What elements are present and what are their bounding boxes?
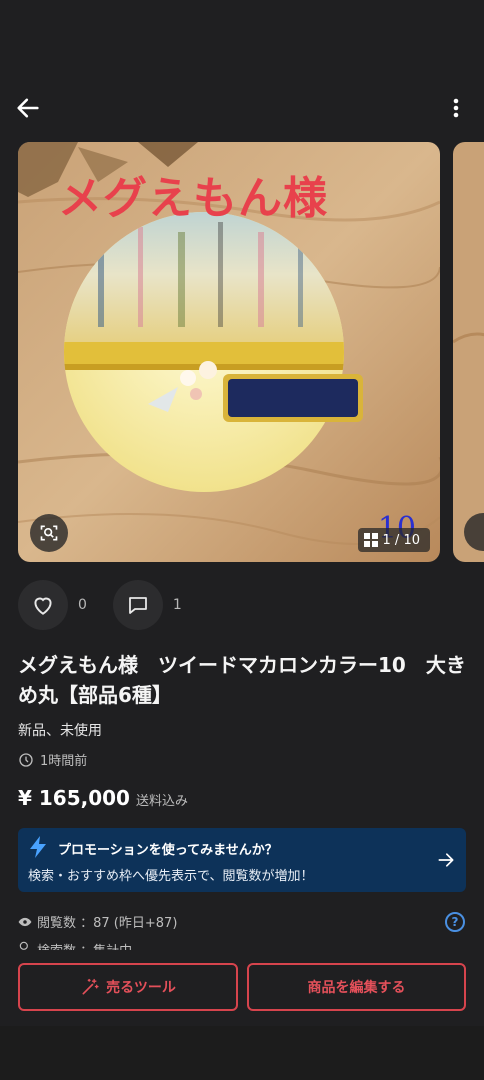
product-image[interactable]: メグえもん様 10 1 / 10: [18, 142, 440, 562]
price-row: ¥ 165,000 送料込み: [18, 786, 188, 810]
search-stats: 検索数 ：集計中: [18, 940, 132, 950]
comment-count: 1: [172, 597, 182, 613]
more-vertical-icon: [453, 98, 459, 118]
next-photo: [453, 142, 484, 562]
image-search-button[interactable]: [30, 514, 68, 552]
sell-tools-label: 売るツール: [106, 979, 176, 995]
sell-tools-button[interactable]: 売るツール: [18, 963, 238, 1011]
lightning-icon: [30, 836, 46, 858]
bottom-action-bar: 売るツール 商品を編集する: [0, 950, 484, 1026]
shipping-note: 送料込み: [135, 794, 188, 809]
view-stats: 閲覧数 ：87 (昨日+87): [18, 912, 177, 931]
arrow-left-icon: [17, 98, 39, 118]
edit-item-label: 商品を編集する: [307, 979, 406, 995]
image-search-icon: [40, 525, 58, 541]
help-button[interactable]: ?: [445, 912, 465, 932]
item-title: メグえもん様 ツイードマカロンカラー10 大きめ丸【部品6種】: [18, 653, 466, 707]
comment-button[interactable]: [112, 580, 163, 630]
next-image-preview[interactable]: [453, 142, 484, 562]
image-carousel[interactable]: メグえもん様 10 1 / 10: [0, 140, 484, 564]
price: ¥ 165,000: [18, 786, 130, 810]
posted-time-text: 1時間前: [40, 754, 88, 769]
clock-icon: [19, 752, 33, 767]
arrow-right-icon: [438, 853, 454, 867]
engagement-row: 0 1: [18, 580, 208, 630]
edit-item-button[interactable]: 商品を編集する: [247, 963, 466, 1011]
grid-icon: [363, 533, 378, 547]
promotion-banner[interactable]: プロモーションを使ってみませんか？ 検索・おすすめ枠へ優先表示で、閲覧数が増加！: [18, 828, 466, 892]
item-condition: 新品、未使用: [18, 723, 102, 739]
overlay-caption: メグえもん様: [58, 173, 328, 224]
search-icon: [19, 941, 28, 950]
eye-icon: [18, 917, 32, 926]
heart-icon: [34, 597, 52, 615]
top-bar: [0, 0, 484, 140]
search-count: 検索数 ：集計中: [37, 940, 132, 950]
posted-time: 1時間前: [18, 750, 87, 769]
system-nav-area: [0, 1026, 484, 1080]
more-options-button[interactable]: [444, 94, 468, 122]
image-counter: 1 / 10: [357, 528, 430, 552]
promotion-subtitle: 検索・おすすめ枠へ優先表示で、閲覧数が増加！: [28, 869, 314, 884]
like-button[interactable]: [18, 580, 68, 630]
back-button[interactable]: [14, 94, 42, 122]
image-counter-text: 1 / 10: [382, 532, 420, 548]
view-count: 閲覧数 ：87 (昨日+87): [37, 916, 178, 931]
promotion-title: プロモーションを使ってみませんか？: [58, 843, 278, 858]
magic-wand-icon: [82, 978, 99, 995]
like-count: 0: [78, 597, 87, 613]
comment-icon: [129, 597, 147, 614]
